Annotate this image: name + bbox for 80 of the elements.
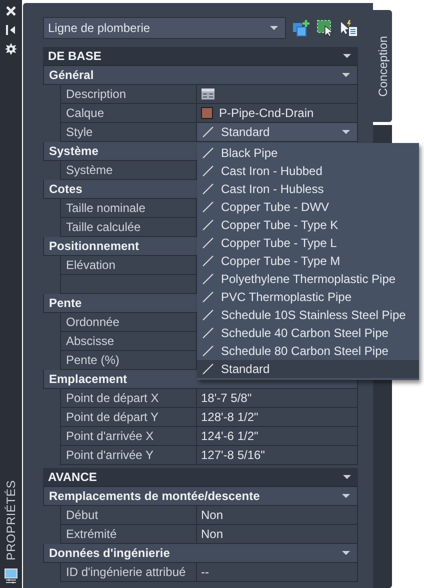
property-value: --	[201, 565, 209, 579]
property-label: Début	[66, 508, 98, 522]
property-value: 128'-8 1/2"	[201, 410, 258, 424]
style-option[interactable]: Cast Iron - Hubbed	[197, 162, 419, 180]
property-value: 127'-8 5/16"	[201, 448, 265, 462]
category-header: Cotes	[49, 182, 82, 196]
caret-icon	[269, 23, 279, 33]
category-header: Positionnement	[49, 239, 140, 253]
pipe-style-icon	[201, 272, 215, 286]
property-value: P-Pipe-Cnd-Drain	[219, 106, 314, 120]
style-option[interactable]: Black Pipe	[197, 144, 419, 162]
category-header: Remplacements de montée/descente	[49, 489, 260, 503]
property-value: 124'-6 1/2"	[201, 429, 258, 443]
pipe-style-icon	[201, 326, 215, 340]
pipe-style-icon	[201, 290, 215, 304]
pipe-style-icon	[201, 362, 215, 376]
palette-title: PROPRIÉTÉS	[4, 480, 18, 560]
caret-icon[interactable]	[341, 491, 351, 501]
category-header: Emplacement	[49, 372, 128, 386]
caret-icon[interactable]	[341, 70, 351, 80]
style-option[interactable]: Schedule 80 Carbon Steel Pipe	[197, 342, 419, 360]
style-option[interactable]: Copper Tube - Type L	[197, 234, 419, 252]
caret-icon[interactable]	[342, 51, 352, 61]
property-label: Description	[66, 87, 126, 101]
style-option[interactable]: PVC Thermoplastic Pipe	[197, 288, 419, 306]
category-header: Système	[49, 144, 98, 158]
category-header: Données d'ingénierie	[49, 546, 170, 560]
property-label: Système	[66, 163, 113, 177]
property-value: Non	[201, 527, 224, 541]
caret-icon[interactable]	[341, 127, 351, 137]
pipe-style-icon	[201, 125, 215, 139]
property-label: Extrémité	[66, 527, 117, 541]
property-label: Taille nominale	[66, 201, 146, 215]
property-label: Ordonnée	[66, 315, 120, 329]
section-header: DE BASE	[48, 49, 102, 63]
settings-icon[interactable]	[4, 42, 18, 56]
style-option[interactable]: Schedule 10S Stainless Steel Pipe	[197, 306, 419, 324]
caret-icon[interactable]	[341, 548, 351, 558]
add-selection-icon[interactable]	[292, 19, 310, 37]
close-icon[interactable]	[4, 4, 18, 18]
property-label: Point de départ X	[66, 391, 159, 405]
property-label: Style	[66, 125, 93, 139]
property-label: Taille calculée	[66, 220, 141, 234]
caret-icon[interactable]	[342, 472, 352, 482]
property-label: Point d'arrivée Y	[66, 448, 154, 462]
property-label: Elévation	[66, 258, 116, 272]
style-option[interactable]: Copper Tube - Type M	[197, 252, 419, 270]
pipe-style-icon	[201, 218, 215, 232]
quick-select-icon[interactable]	[340, 19, 358, 37]
section-header: AVANCE	[48, 470, 97, 484]
pipe-style-icon	[201, 200, 215, 214]
object-type-dropdown[interactable]: Ligne de plomberie	[43, 17, 286, 39]
style-option[interactable]: Cast Iron - Hubless	[197, 180, 419, 198]
property-label: Abscisse	[66, 334, 114, 348]
pipe-style-icon	[201, 344, 215, 358]
style-option[interactable]: Polyethylene Thermoplastic Pipe	[197, 270, 419, 288]
property-label: Calque	[66, 106, 104, 120]
side-tab[interactable]: Conception	[373, 10, 392, 122]
property-label: ID d'ingénierie attribué	[66, 565, 186, 579]
text-editor-icon[interactable]	[201, 88, 215, 100]
category-header: Général	[49, 68, 94, 82]
select-objects-icon[interactable]	[316, 19, 334, 37]
property-label: Pente (%)	[66, 353, 120, 367]
property-label: Point de départ Y	[66, 410, 159, 424]
properties-icon[interactable]	[4, 568, 18, 584]
pipe-style-icon	[201, 254, 215, 268]
property-label: Point d'arrivée X	[66, 429, 154, 443]
pipe-style-icon	[201, 164, 215, 178]
pipe-style-icon	[201, 182, 215, 196]
style-option[interactable]: Schedule 40 Carbon Steel Pipe	[197, 324, 419, 342]
style-option[interactable]: Copper Tube - DWV	[197, 198, 419, 216]
pipe-style-icon	[201, 236, 215, 250]
pipe-style-icon	[201, 146, 215, 160]
property-value: Non	[201, 508, 224, 522]
style-option[interactable]: Standard	[197, 360, 419, 378]
property-value: 18'-7 5/8"	[201, 391, 252, 405]
auto-hide-icon[interactable]	[4, 23, 18, 37]
style-option[interactable]: Copper Tube - Type K	[197, 216, 419, 234]
pipe-style-icon	[201, 308, 215, 322]
category-header: Pente	[49, 296, 82, 310]
